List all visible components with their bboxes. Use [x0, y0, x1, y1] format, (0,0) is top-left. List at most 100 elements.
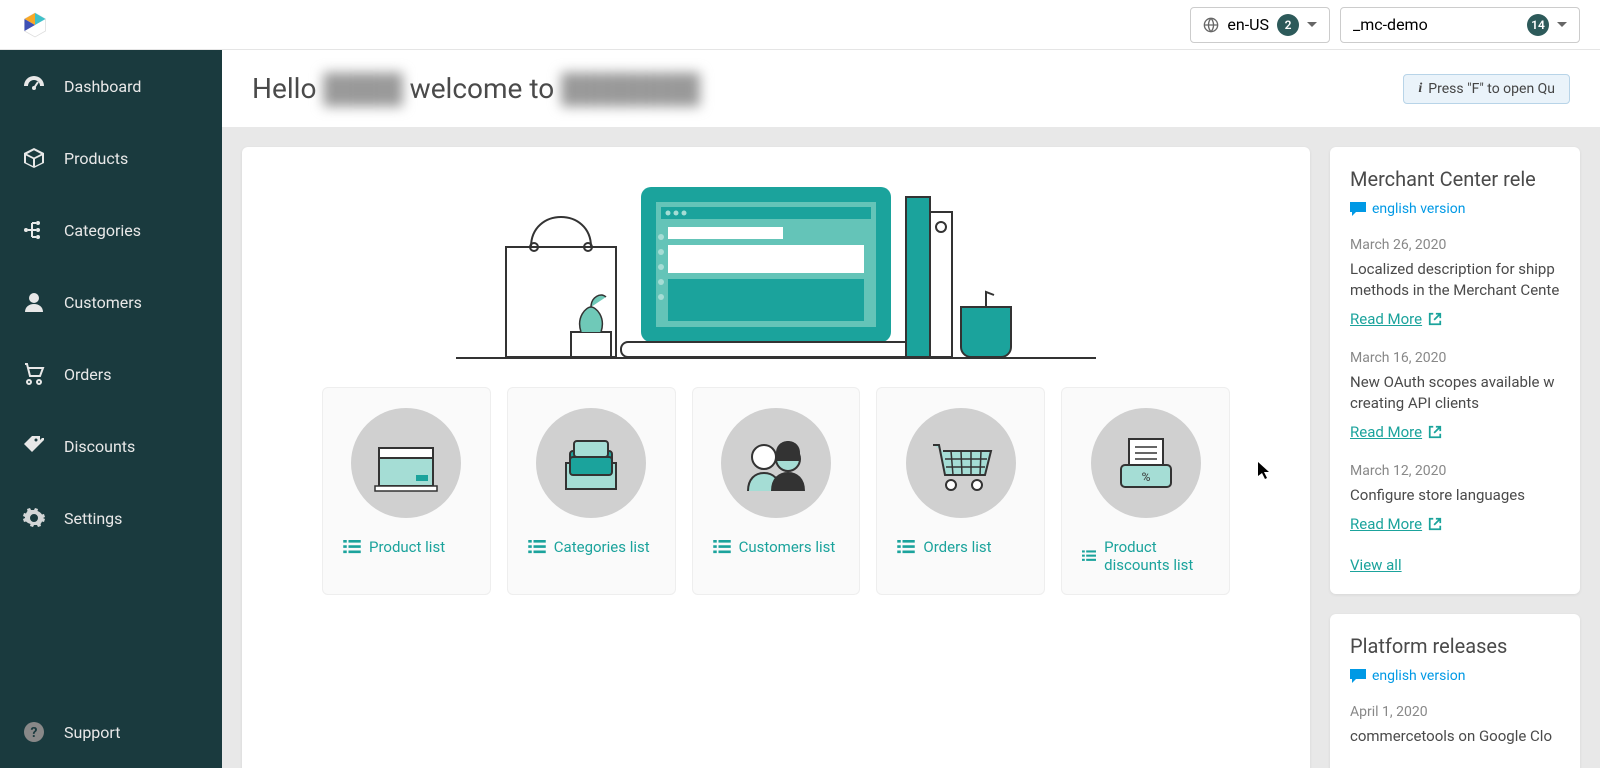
nav-label: Products	[64, 149, 128, 168]
release-text: Localized description for shipp methods …	[1350, 259, 1560, 301]
caret-icon	[1307, 22, 1317, 27]
page-header: Hello ████ welcome to ███████ i Press "F…	[222, 50, 1600, 127]
tile-customers-list[interactable]: Customers list	[692, 387, 861, 595]
tree-icon	[22, 218, 46, 242]
list-icon	[528, 540, 546, 554]
read-more-link[interactable]: Read More	[1350, 423, 1442, 441]
tile-orders-list[interactable]: Orders list	[876, 387, 1045, 595]
box-illustration-icon	[371, 433, 441, 493]
locale-label: en-US	[1227, 15, 1269, 34]
nav-label: Discounts	[64, 437, 135, 456]
project-selector[interactable]: _mc-demo 14	[1340, 7, 1580, 43]
speech-icon	[1350, 669, 1366, 683]
gear-icon	[22, 506, 46, 530]
hero-illustration	[242, 147, 1310, 367]
svg-text:%: %	[1141, 470, 1150, 484]
tile-label-text: Product list	[369, 538, 445, 556]
tile-discounts-list[interactable]: % Product discounts list	[1061, 387, 1230, 595]
greeting-hello: Hello	[252, 72, 323, 105]
read-more-link[interactable]: Read More	[1350, 310, 1442, 328]
nav-orders[interactable]: Orders	[0, 338, 222, 410]
read-more-link[interactable]: Read More	[1350, 515, 1442, 533]
folders-illustration-icon	[556, 433, 626, 493]
external-icon	[1428, 425, 1442, 439]
nav-discounts[interactable]: Discounts	[0, 410, 222, 482]
tile-label-text: Orders list	[923, 538, 991, 556]
globe-icon	[1203, 17, 1219, 33]
box-icon	[22, 146, 46, 170]
release-date: April 1, 2020	[1350, 704, 1560, 720]
nav-label: Categories	[64, 221, 141, 240]
welcome-panel: Product list Categories list	[242, 147, 1310, 768]
greeting-project-redacted: ███████	[561, 72, 700, 105]
view-all-link[interactable]: View all	[1350, 556, 1402, 574]
panel-lang-text: english version	[1372, 668, 1465, 684]
panel-lang-text: english version	[1372, 201, 1465, 217]
nav-customers[interactable]: Customers	[0, 266, 222, 338]
external-icon	[1428, 517, 1442, 531]
tile-icon-circle	[351, 408, 461, 518]
release-item: March 16, 2020 New OAuth scopes availabl…	[1350, 350, 1560, 441]
tile-categories-list[interactable]: Categories list	[507, 387, 676, 595]
nav-label: Orders	[64, 365, 111, 384]
project-label: _mc-demo	[1353, 15, 1428, 34]
speech-icon	[1350, 202, 1366, 216]
locale-selector[interactable]: en-US 2	[1190, 7, 1330, 43]
release-item: March 12, 2020 Configure store languages…	[1350, 463, 1560, 533]
nav-label: Customers	[64, 293, 142, 312]
list-icon	[713, 540, 731, 554]
panel-title: Platform releases	[1350, 634, 1560, 658]
release-text: commercetools on Google Clo	[1350, 726, 1560, 747]
release-date: March 16, 2020	[1350, 350, 1560, 366]
release-date: March 26, 2020	[1350, 237, 1560, 253]
main-content: Hello ████ welcome to ███████ i Press "F…	[222, 50, 1600, 768]
panel-lang-link[interactable]: english version	[1350, 668, 1560, 684]
release-date: March 12, 2020	[1350, 463, 1560, 479]
tile-label-text: Product discounts list	[1104, 538, 1217, 574]
greeting-welcome: welcome to	[410, 72, 561, 105]
cart-illustration-icon	[923, 433, 998, 493]
nav-settings[interactable]: Settings	[0, 482, 222, 554]
topbar: en-US 2 _mc-demo 14	[0, 0, 1600, 50]
sidebar: Dashboard Products Categories Customers …	[0, 50, 222, 768]
logo	[20, 10, 50, 40]
hint-text: Press "F" to open Qu	[1428, 81, 1555, 97]
nav-categories[interactable]: Categories	[0, 194, 222, 266]
locale-badge: 2	[1277, 14, 1299, 36]
release-item: March 26, 2020 Localized description for…	[1350, 237, 1560, 328]
release-item: April 1, 2020 commercetools on Google Cl…	[1350, 704, 1560, 747]
tag-icon	[22, 434, 46, 458]
tile-label-text: Categories list	[554, 538, 650, 556]
tile-icon-circle: %	[1091, 408, 1201, 518]
caret-icon	[1557, 22, 1567, 27]
quick-tiles: Product list Categories list	[242, 367, 1310, 595]
nav-dashboard[interactable]: Dashboard	[0, 50, 222, 122]
receipt-illustration-icon: %	[1111, 433, 1181, 493]
release-text: New OAuth scopes available w creating AP…	[1350, 372, 1560, 414]
dashboard-icon	[22, 74, 46, 98]
tile-icon-circle	[721, 408, 831, 518]
release-text: Configure store languages	[1350, 485, 1560, 506]
external-icon	[1428, 312, 1442, 326]
tile-icon-circle	[906, 408, 1016, 518]
help-icon: ?	[22, 720, 46, 744]
nav-support[interactable]: ? Support	[0, 696, 222, 768]
panel-lang-link[interactable]: english version	[1350, 201, 1560, 217]
list-icon	[897, 540, 915, 554]
tile-product-list[interactable]: Product list	[322, 387, 491, 595]
panel-title: Merchant Center rele	[1350, 167, 1560, 191]
nav-label: Dashboard	[64, 77, 141, 96]
cart-icon	[22, 362, 46, 386]
merchant-releases-panel: Merchant Center rele english version Mar…	[1330, 147, 1580, 594]
list-icon	[1082, 549, 1096, 563]
user-icon	[22, 290, 46, 314]
nav-products[interactable]: Products	[0, 122, 222, 194]
info-icon: i	[1418, 81, 1422, 97]
platform-releases-panel: Platform releases english version April …	[1330, 614, 1580, 768]
list-icon	[343, 540, 361, 554]
nav-label: Settings	[64, 509, 122, 528]
tile-label-text: Customers list	[739, 538, 836, 556]
quick-access-hint[interactable]: i Press "F" to open Qu	[1403, 74, 1570, 104]
project-badge: 14	[1527, 14, 1549, 36]
svg-text:?: ?	[31, 725, 38, 741]
